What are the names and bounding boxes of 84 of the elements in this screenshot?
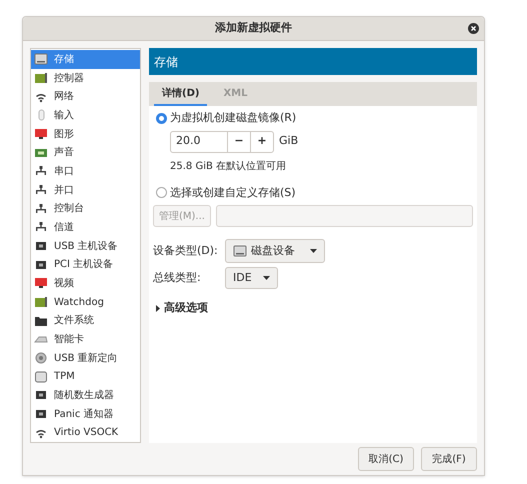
advanced-options-expander[interactable]: 高级选项 [156, 300, 473, 316]
size-value: 20.0 [175, 133, 202, 150]
caret-icon [310, 249, 317, 253]
chip-icon [34, 258, 48, 271]
hardware-item[interactable]: Watchdog [31, 292, 140, 312]
hardware-item[interactable]: USB 主机设备 [31, 236, 140, 256]
card-icon [34, 296, 48, 308]
chip-icon [34, 408, 48, 420]
item-label: 输入 [54, 108, 74, 123]
device-type-dropdown[interactable]: 磁盘设备 [225, 239, 325, 263]
hardware-item[interactable]: 并口 [31, 180, 140, 200]
hardware-item[interactable]: USB 重新定向 [31, 348, 140, 368]
item-label: Virtio VSOCK [54, 426, 118, 440]
window-title: 添加新虚拟硬件 [215, 20, 292, 36]
dialog-button[interactable]: 取消(C) [358, 447, 414, 471]
expander-icon [156, 304, 161, 312]
chip-icon [34, 389, 48, 402]
hardware-item[interactable]: 信道 [31, 218, 140, 237]
close-icon [470, 25, 477, 32]
hardware-item[interactable]: Panic 通知器 [31, 404, 140, 424]
network-icon [34, 184, 48, 196]
item-label: 并口 [54, 184, 74, 198]
hardware-item[interactable]: 智能卡 [31, 330, 140, 349]
hardware-item[interactable]: 视频 [31, 274, 140, 293]
radio-button[interactable] [156, 112, 167, 124]
hardware-item[interactable]: PCI 主机设备 [31, 255, 140, 274]
network-icon [34, 165, 48, 178]
dialog-button[interactable]: 完成(F) [421, 447, 477, 471]
path-field[interactable] [216, 205, 473, 227]
hardware-item[interactable]: 声音 [31, 143, 140, 162]
hardware-item[interactable]: 随机数生成器 [31, 386, 140, 405]
unit-label: GiB [279, 133, 298, 150]
size-spinner[interactable]: 20.0 − + [170, 130, 274, 152]
network-icon [34, 202, 48, 215]
option-label: 选择或创建自定义存储(S) [170, 184, 296, 200]
hardware-item[interactable]: 文件系统 [31, 311, 140, 330]
item-label: 控制台 [54, 202, 84, 216]
sound-card-icon [34, 146, 48, 159]
field-label: 总线类型: [153, 270, 202, 286]
hardware-item[interactable]: 输入 [31, 106, 140, 125]
item-label: 串口 [54, 164, 74, 179]
item-label: 文件系统 [54, 314, 94, 328]
bus-type-dropdown[interactable]: IDE [225, 267, 278, 289]
close-button[interactable] [468, 23, 479, 34]
section-title: 存储 [154, 54, 178, 70]
tpm-icon [34, 370, 48, 383]
card-icon [34, 72, 48, 84]
item-label: 随机数生成器 [54, 388, 114, 403]
tab[interactable]: 详情(D) [154, 82, 208, 106]
decrement-button[interactable]: − [227, 132, 250, 152]
hardware-item[interactable]: 网络 [31, 87, 140, 106]
usb-icon [34, 352, 48, 364]
hardware-item[interactable]: Virtio VSOCK [31, 423, 140, 442]
monitor-icon [34, 277, 48, 290]
chip-icon [34, 240, 48, 252]
item-label: PCI 主机设备 [54, 258, 114, 272]
radio-button[interactable] [156, 187, 167, 198]
hardware-item[interactable]: 控制台 [31, 199, 140, 218]
item-label: USB 重新定向 [54, 352, 118, 366]
hardware-item[interactable]: 控制器 [31, 68, 140, 88]
item-label: USB 主机设备 [54, 240, 118, 254]
monitor-icon [34, 128, 48, 140]
network-icon [34, 221, 48, 234]
item-label: TPM [54, 370, 75, 384]
item-label: 图形 [54, 128, 74, 142]
item-label: 声音 [54, 146, 74, 160]
item-label: Watchdog [54, 296, 104, 310]
item-label: 控制器 [54, 72, 84, 86]
hardware-item[interactable]: 图形 [31, 124, 140, 144]
hardware-item[interactable]: 存储 [31, 50, 140, 69]
folder-icon [34, 314, 48, 327]
hardware-item[interactable]: 串口 [31, 162, 140, 181]
caret-icon [263, 276, 270, 280]
item-label: 信道 [54, 220, 74, 235]
item-label: 网络 [54, 90, 74, 104]
item-label: 视频 [54, 276, 74, 291]
item-label: 智能卡 [54, 332, 84, 347]
hardware-item[interactable]: TPM [31, 367, 140, 386]
available-space-text: 25.8 GiB 在默认位置可用 [170, 160, 288, 174]
option-label: 为虚拟机创建磁盘镜像(R) [170, 110, 296, 126]
increment-button[interactable]: + [250, 132, 273, 152]
field-label: 设备类型(D): [153, 242, 219, 259]
item-label: 存储 [54, 52, 74, 67]
item-label: Panic 通知器 [54, 408, 114, 422]
